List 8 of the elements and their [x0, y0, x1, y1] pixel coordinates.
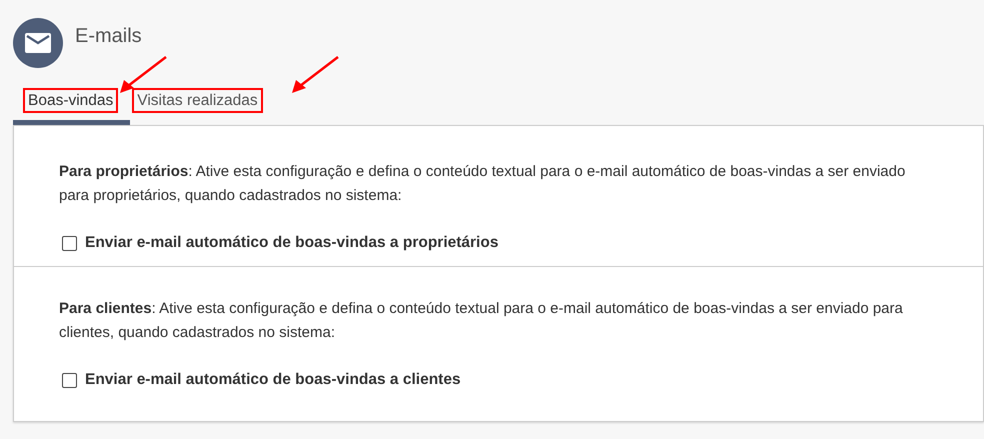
checkbox-option[interactable]: Enviar e-mail automático de boas-vindas a clientes	[62, 371, 983, 389]
tab[interactable]: Visitas realizadas	[130, 76, 273, 125]
mail-icon	[13, 18, 63, 68]
page-title: E-mails	[75, 24, 142, 48]
description-text: Para proprietários: Ative esta configuração e defina o conteúdo textual para o e-mail automático de boas-vindas a ser enviado para proprietários, quando cadastrados no sistema:	[59, 162, 906, 206]
checkbox-option[interactable]: Enviar e-mail automático de boas-vindas a proprietários	[62, 234, 983, 252]
description-text: Para clientes: Ative esta configuração e defina o conteúdo textual para o e-mail automático de boas-vindas a ser enviado para clientes, quando cadastrados no sistema:	[59, 299, 904, 343]
annotation-arrow	[290, 56, 340, 96]
